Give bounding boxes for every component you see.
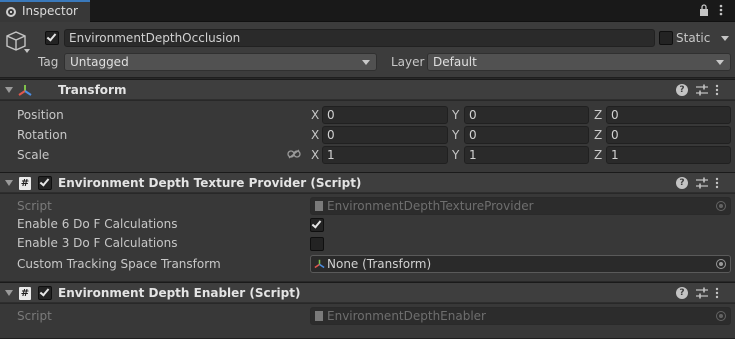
enable-3dof-label: Enable 3 Do F Calculations <box>17 236 178 250</box>
layer-dropdown[interactable]: Default <box>427 53 731 71</box>
help-icon[interactable]: ? <box>676 287 688 299</box>
object-picker-icon <box>716 201 726 211</box>
axis-z-label[interactable]: Z <box>594 128 602 142</box>
link-icon[interactable] <box>287 149 301 159</box>
position-z-field[interactable]: 0 <box>606 106 731 124</box>
axis-y-label[interactable]: Y <box>452 108 459 122</box>
scale-y-field[interactable]: 1 <box>464 146 589 164</box>
foldout-arrow-icon[interactable] <box>5 290 13 296</box>
provider-header[interactable]: # Environment Depth Texture Provider (Sc… <box>0 172 735 193</box>
axis-y-label[interactable]: Y <box>452 128 459 142</box>
script-value: EnvironmentDepthEnabler <box>327 309 486 323</box>
axis-z-label[interactable]: Z <box>594 108 602 122</box>
script-field: EnvironmentDepthEnabler <box>310 307 731 325</box>
foldout-arrow-icon[interactable] <box>5 180 13 186</box>
script-icon: # <box>19 287 31 300</box>
lock-icon[interactable] <box>699 4 709 16</box>
tab-label: Inspector <box>22 4 78 18</box>
tracking-space-label: Custom Tracking Space Transform <box>17 257 221 271</box>
tracking-space-value: None (Transform) <box>327 257 432 271</box>
scale-z-field[interactable]: 1 <box>606 146 731 164</box>
chevron-down-icon <box>716 60 724 65</box>
enabler-body: Script EnvironmentDepthEnabler <box>0 304 735 339</box>
component-enabled-checkbox[interactable] <box>38 286 52 300</box>
scale-x-field[interactable]: 1 <box>322 146 448 164</box>
position-y-field[interactable]: 0 <box>464 106 589 124</box>
component-title: Environment Depth Enabler (Script) <box>58 286 301 300</box>
axis-x-label[interactable]: X <box>311 128 319 142</box>
tracking-space-field[interactable]: None (Transform) <box>310 255 731 273</box>
icon-dropdown-arrow[interactable] <box>24 49 30 53</box>
static-checkbox[interactable] <box>659 31 673 45</box>
axis-x-label[interactable]: X <box>311 108 319 122</box>
object-name-field[interactable]: EnvironmentDepthOcclusion <box>64 29 655 47</box>
axis-x-label[interactable]: X <box>311 148 319 162</box>
transform-header[interactable]: Transform ? <box>0 79 735 100</box>
tag-label: Tag <box>38 55 59 69</box>
kebab-menu-icon[interactable] <box>718 3 724 17</box>
kebab-menu-icon[interactable] <box>715 177 719 189</box>
script-file-icon <box>315 201 323 211</box>
object-picker-icon <box>716 311 726 321</box>
gameobject-header: EnvironmentDepthOcclusion Static Tag Unt… <box>0 22 735 78</box>
transform-body: Position X 0 Y 0 Z 0 Rotation X 0 Y 0 Z … <box>0 101 735 172</box>
position-x-field[interactable]: 0 <box>322 106 448 124</box>
rotation-label: Rotation <box>17 128 68 142</box>
presets-icon[interactable] <box>696 287 708 299</box>
help-icon[interactable]: ? <box>676 177 688 189</box>
tag-dropdown[interactable]: Untagged <box>64 53 377 71</box>
component-title: Environment Depth Texture Provider (Scri… <box>58 176 362 190</box>
info-icon <box>6 7 16 17</box>
enable-6dof-label: Enable 6 Do F Calculations <box>17 217 178 231</box>
enabler-header[interactable]: # Environment Depth Enabler (Script) ? <box>0 282 735 303</box>
active-checkbox[interactable] <box>45 31 59 45</box>
transform-icon <box>314 259 325 269</box>
presets-icon[interactable] <box>696 177 708 189</box>
script-label: Script <box>17 309 52 323</box>
inspector-tab-bar <box>0 0 735 22</box>
static-dropdown-arrow[interactable] <box>721 36 729 41</box>
component-enabled-checkbox[interactable] <box>38 176 52 190</box>
presets-icon[interactable] <box>696 84 708 96</box>
help-icon[interactable]: ? <box>676 84 688 96</box>
script-icon: # <box>19 177 31 190</box>
tab-inspector[interactable]: Inspector <box>0 0 90 22</box>
rotation-z-field[interactable]: 0 <box>606 126 731 144</box>
chevron-down-icon <box>362 60 370 65</box>
enable-6dof-checkbox[interactable] <box>310 218 324 232</box>
axis-y-label[interactable]: Y <box>452 148 459 162</box>
provider-body: Script EnvironmentDepthTextureProvider E… <box>0 194 735 281</box>
script-field: EnvironmentDepthTextureProvider <box>310 197 731 215</box>
static-label: Static <box>676 31 711 45</box>
script-value: EnvironmentDepthTextureProvider <box>327 199 534 213</box>
script-file-icon <box>315 311 323 321</box>
axis-z-label[interactable]: Z <box>594 148 602 162</box>
component-title: Transform <box>58 83 127 97</box>
transform-icon <box>18 85 32 96</box>
foldout-arrow-icon[interactable] <box>5 87 13 93</box>
kebab-menu-icon[interactable] <box>715 287 719 299</box>
rotation-y-field[interactable]: 0 <box>464 126 589 144</box>
rotation-x-field[interactable]: 0 <box>322 126 448 144</box>
scale-label: Scale <box>17 148 50 162</box>
position-label: Position <box>17 108 64 122</box>
object-picker-icon[interactable] <box>716 259 726 269</box>
tag-value: Untagged <box>70 55 129 69</box>
kebab-menu-icon[interactable] <box>715 84 719 96</box>
layer-value: Default <box>433 55 477 69</box>
script-label: Script <box>17 199 52 213</box>
layer-label: Layer <box>391 55 425 69</box>
enable-3dof-checkbox[interactable] <box>310 237 324 251</box>
